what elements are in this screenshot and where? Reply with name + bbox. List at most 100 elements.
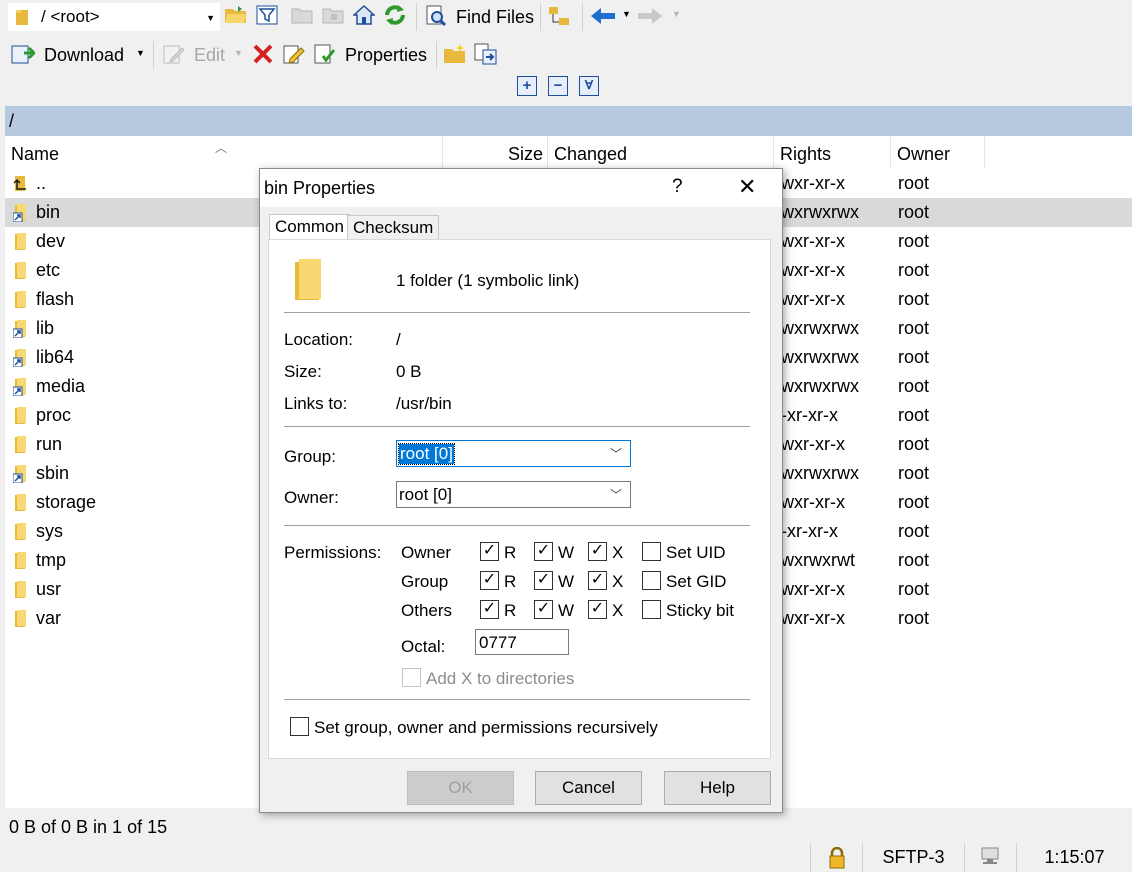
refresh-icon[interactable] bbox=[382, 3, 408, 27]
size-value: 0 B bbox=[396, 362, 422, 381]
column-name-label: Name bbox=[11, 144, 60, 164]
column-changed[interactable]: Changed bbox=[548, 136, 774, 168]
parent-folder-icon bbox=[13, 176, 26, 191]
special-bit-checkbox[interactable] bbox=[642, 542, 661, 561]
download-icon[interactable] bbox=[10, 42, 36, 66]
edit-icon[interactable] bbox=[161, 42, 187, 66]
path-combo[interactable]: / <root> ▼ bbox=[8, 3, 220, 31]
summary-text: 1 folder (1 symbolic link) bbox=[396, 271, 580, 290]
delete-icon[interactable] bbox=[250, 42, 276, 66]
file-owner: root bbox=[898, 260, 930, 280]
properties-dialog: bin Properties ? ✕ Common Checksum 1 fol… bbox=[259, 168, 783, 813]
folder-icon bbox=[15, 552, 26, 569]
column-size[interactable]: Size bbox=[443, 136, 548, 168]
help-button[interactable]: Help bbox=[664, 771, 771, 805]
expand-icon[interactable]: + bbox=[517, 76, 537, 96]
find-files-button[interactable]: Find Files bbox=[456, 7, 534, 28]
perm-r-checkbox[interactable]: ✓ bbox=[480, 542, 499, 561]
close-icon[interactable]: ✕ bbox=[738, 174, 756, 200]
download-dropdown-icon[interactable]: ▼ bbox=[136, 48, 145, 58]
forward-dropdown-icon[interactable]: ▼ bbox=[672, 9, 681, 19]
copy-to-icon[interactable] bbox=[473, 42, 499, 66]
status-bar-selection: 0 B of 0 B in 1 of 15 bbox=[0, 812, 1132, 842]
perm-w-checkbox[interactable]: ✓ bbox=[534, 542, 553, 561]
toolbar-separator bbox=[540, 3, 541, 31]
tree-view-icon[interactable] bbox=[546, 4, 572, 28]
file-owner: root bbox=[898, 231, 930, 251]
file-rights: rwxr-xr-x bbox=[775, 579, 845, 599]
home-icon[interactable] bbox=[351, 3, 377, 27]
folder-icon bbox=[295, 259, 321, 300]
perm-row-label: Others bbox=[401, 601, 453, 620]
file-name: storage bbox=[36, 492, 97, 512]
file-name: run bbox=[36, 434, 63, 454]
back-arrow-icon[interactable] bbox=[590, 4, 616, 28]
perm-r-label: R bbox=[504, 572, 517, 591]
size-label: Size: bbox=[284, 362, 322, 381]
file-rights: rwxrwxrwx bbox=[775, 463, 859, 483]
perm-x-checkbox[interactable]: ✓ bbox=[588, 571, 607, 590]
column-owner[interactable]: Owner bbox=[891, 136, 985, 168]
owner-select[interactable]: root [0] ﹀ bbox=[396, 481, 631, 508]
protocol-label: SFTP-3 bbox=[862, 843, 964, 872]
find-files-icon[interactable] bbox=[423, 4, 449, 28]
file-name: bin bbox=[36, 202, 61, 222]
perm-w-label: W bbox=[558, 572, 575, 591]
collapse-icon[interactable]: − bbox=[548, 76, 568, 96]
folder-icon bbox=[15, 610, 26, 627]
ok-button[interactable]: OK bbox=[407, 771, 514, 805]
file-rights: rwxrwxrwx bbox=[775, 318, 859, 338]
download-button[interactable]: Download bbox=[44, 45, 124, 66]
recursive-checkbox[interactable] bbox=[290, 717, 309, 736]
new-folder-icon[interactable] bbox=[442, 42, 468, 66]
edit-dropdown-icon[interactable]: ▼ bbox=[234, 48, 243, 58]
location-value: / bbox=[396, 330, 401, 349]
file-owner: root bbox=[898, 173, 930, 193]
special-bit-checkbox[interactable] bbox=[642, 571, 661, 590]
properties-icon[interactable] bbox=[312, 42, 338, 66]
folder-link-icon bbox=[13, 465, 26, 483]
perm-r-checkbox[interactable]: ✓ bbox=[480, 571, 499, 590]
column-name[interactable]: Name ︿ bbox=[5, 136, 443, 168]
filter-down-icon[interactable]: ∀ bbox=[579, 76, 599, 96]
folder-icon bbox=[15, 436, 26, 453]
tab-checksum[interactable]: Checksum bbox=[347, 215, 440, 241]
cancel-button[interactable]: Cancel bbox=[535, 771, 642, 805]
divider bbox=[284, 426, 750, 427]
help-icon[interactable]: ? bbox=[672, 176, 683, 198]
column-rights[interactable]: Rights bbox=[774, 136, 891, 168]
tab-common[interactable]: Common bbox=[269, 214, 350, 240]
file-list-header: Name ︿ Size Changed Rights Owner bbox=[5, 136, 1132, 168]
file-owner: root bbox=[898, 550, 930, 570]
file-owner: root bbox=[898, 405, 930, 425]
group-select[interactable]: root [0] ﹀ bbox=[396, 440, 631, 467]
special-bit-checkbox[interactable] bbox=[642, 600, 661, 619]
sort-ascending-icon: ︿ bbox=[215, 141, 228, 155]
back-dropdown-icon[interactable]: ▼ bbox=[622, 9, 631, 19]
toolbar-separator bbox=[436, 41, 437, 69]
octal-input[interactable]: 0777 bbox=[475, 629, 569, 655]
rename-icon[interactable] bbox=[281, 42, 307, 66]
filter-icon[interactable] bbox=[254, 3, 280, 27]
perm-x-checkbox[interactable]: ✓ bbox=[588, 542, 607, 561]
root-dir-icon[interactable] bbox=[320, 3, 346, 27]
file-name: tmp bbox=[36, 550, 67, 570]
perm-w-checkbox[interactable]: ✓ bbox=[534, 571, 553, 590]
permissions-label: Permissions: bbox=[284, 543, 382, 562]
open-folder-icon[interactable] bbox=[223, 3, 249, 27]
perm-x-checkbox[interactable]: ✓ bbox=[588, 600, 607, 619]
file-owner: root bbox=[898, 521, 930, 541]
folder-icon bbox=[15, 233, 26, 250]
chevron-down-icon: ﹀ bbox=[609, 488, 622, 502]
add-x-checkbox[interactable] bbox=[402, 668, 421, 687]
file-rights: rwxrwxrwx bbox=[775, 202, 859, 222]
file-name: dev bbox=[36, 231, 66, 251]
perm-r-checkbox[interactable]: ✓ bbox=[480, 600, 499, 619]
perm-w-checkbox[interactable]: ✓ bbox=[534, 600, 553, 619]
edit-button[interactable]: Edit bbox=[194, 45, 225, 66]
chevron-down-icon[interactable]: ▼ bbox=[206, 13, 215, 23]
properties-button[interactable]: Properties bbox=[345, 45, 427, 66]
forward-arrow-icon[interactable] bbox=[637, 4, 663, 28]
file-owner: root bbox=[898, 318, 930, 338]
parent-dir-icon[interactable] bbox=[289, 3, 315, 27]
